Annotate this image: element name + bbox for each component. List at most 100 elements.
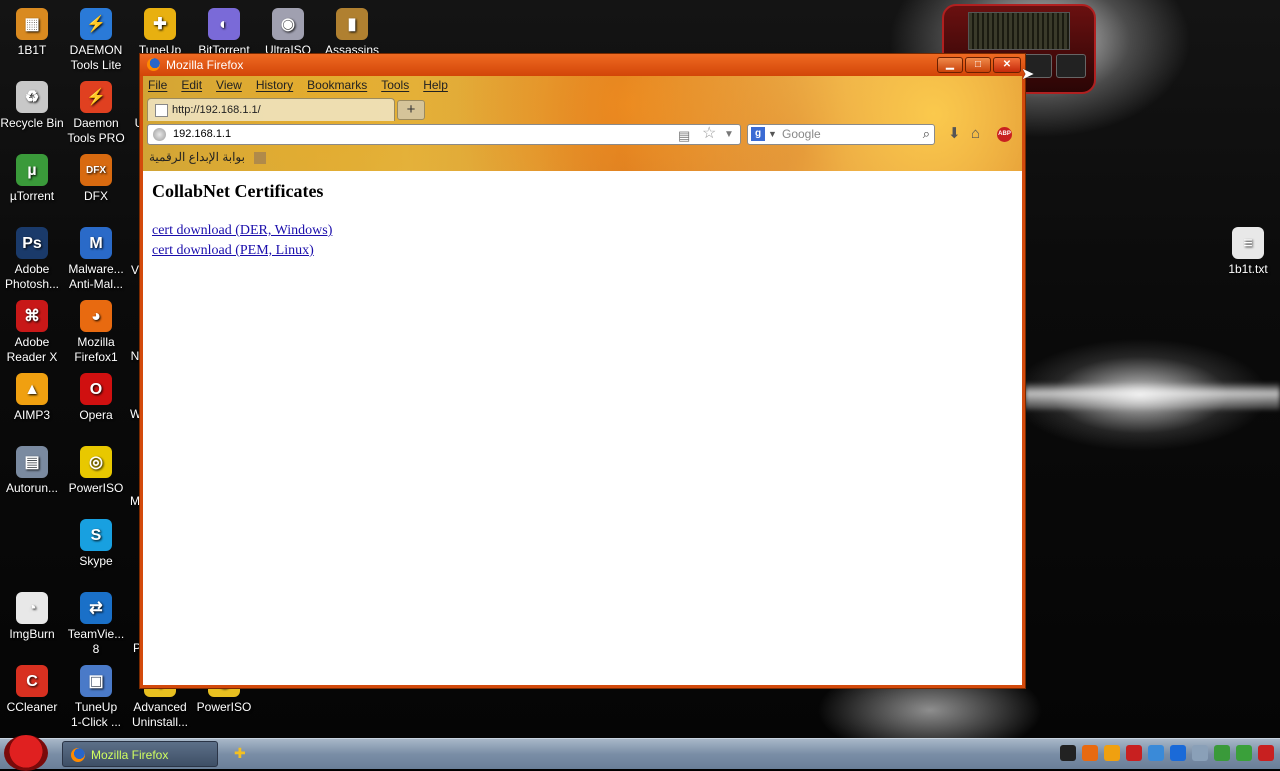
window-titlebar[interactable]: Mozilla Firefox ▁ □ ✕ [140,54,1025,76]
new-tab-button[interactable]: + [397,100,425,120]
desktop-icon[interactable]: ♻ Recycle Bin [0,81,68,131]
adblock-icon[interactable]: ABP [997,127,1012,142]
url-input[interactable]: 192.168.1.1 [173,125,231,144]
desktop-icon-label: 1b1t.txt [1228,262,1268,276]
desktop-icon-label: CCleaner [6,700,58,714]
desktop-icon-label: Recycle Bin [0,116,64,130]
desktop-icon-label: 1B1T [17,43,47,57]
url-bar[interactable]: 192.168.1.1 ▤ ☆ ▼ [147,124,741,145]
desktop-icon-label: DFX [84,189,108,203]
minimize-button[interactable]: ▁ [937,57,963,73]
desktop-icon[interactable]: ≡ 1b1t.txt [1212,227,1280,277]
tray-icon[interactable] [1060,745,1076,761]
tray-icon[interactable] [1170,745,1186,761]
taskbar-item-label: Mozilla Firefox [91,748,169,762]
desktop-icon[interactable]: ▣ TuneUp 1-Click ... [60,665,132,730]
bookmark-item[interactable]: بوابة الإبداع الرقمية [149,150,245,164]
desktop-icon[interactable]: ▲ AIMP3 [0,373,68,423]
desktop-icon[interactable]: Ps Adobe Photosh... [0,227,68,292]
menu-history[interactable]: History [256,78,293,92]
browser-tab[interactable]: http://192.168.1.1/ [147,98,395,121]
tray-icon[interactable] [1214,745,1230,761]
desktop-icon[interactable]: C CCleaner [0,665,68,715]
desktop-icon[interactable]: M Malware... Anti-Mal... [60,227,132,292]
desktop-icon[interactable]: ✚ TuneUp [124,8,196,58]
engine-dropdown-icon[interactable]: ▼ [768,125,777,144]
desktop-icon-label: DAEMON Tools Lite [69,43,123,72]
desktop-icon[interactable]: ▮ Assassins [316,8,388,58]
tray-icon[interactable] [1082,745,1098,761]
menu-file[interactable]: File [148,78,167,92]
tray-icon[interactable] [1126,745,1142,761]
lightning-icon: ⚡ [80,8,112,40]
menu-tools[interactable]: Tools [381,78,409,92]
desktop-icon-label: Mozilla Firefox1 [74,335,118,364]
google-engine-icon[interactable]: g [751,127,765,141]
desktop-icon[interactable]: ▤ Autorun... [0,446,68,496]
close-button[interactable]: ✕ [993,57,1021,73]
bookmarks-toolbar: بوابة الإبداع الرقمية [149,150,267,164]
tuneup-oneclick-icon: ▣ [80,665,112,697]
desktop-icon-label: TuneUp 1-Click ... [70,700,121,729]
search-input[interactable]: Google [782,125,821,144]
poweriso-icon: ◎ [80,446,112,478]
desktop-icon[interactable]: ◎ PowerISO [60,446,132,496]
bookmark-star-icon[interactable]: ☆ [702,124,716,143]
maximize-button[interactable]: □ [965,57,991,73]
home-icon[interactable]: ⌂ [971,124,980,144]
bookmark-folder-icon [254,151,267,164]
search-icon[interactable]: ⌕ [923,124,930,143]
desktop-icon-label: Malware... Anti-Mal... [68,262,124,291]
tab-label: http://192.168.1.1/ [172,104,261,116]
firefox-icon [71,748,85,762]
pinned-app-icon[interactable]: ✚ [234,745,246,762]
menu-help[interactable]: Help [423,78,448,92]
desktop-icon[interactable]: ◕ Mozilla Firefox1 [60,300,132,365]
desktop-icon[interactable]: ⚡ DAEMON Tools Lite [60,8,132,73]
water-reflection [1025,382,1280,410]
start-button[interactable] [4,735,48,771]
desktop-icon-label: Daemon Tools PRO [67,116,125,145]
desktop-icon[interactable]: O Opera [60,373,132,423]
menu-edit[interactable]: Edit [181,78,202,92]
desktop-icon[interactable]: ⇄ TeamVie... 8 [60,592,132,657]
tray-icon[interactable] [1148,745,1164,761]
menu-bookmarks[interactable]: Bookmarks [307,78,367,92]
page-heading: CollabNet Certificates [152,181,324,201]
menu-view[interactable]: View [216,78,242,92]
desktop-icon[interactable]: S Skype [60,519,132,569]
download-icon[interactable]: ⬇ [948,124,961,144]
tray-icon[interactable] [1192,745,1208,761]
media-button[interactable] [1055,54,1086,78]
window-controls: ▁ □ ✕ [937,57,1021,73]
desktop-icon[interactable]: ◐ BitTorrent [188,8,260,58]
menu-bar: File Edit View History Bookmarks Tools H… [148,78,448,92]
firefox-icon: ◕ [80,300,112,332]
desktop-icon[interactable]: ◔ ImgBurn [0,592,68,642]
desktop-icon[interactable]: DFX DFX [60,154,132,204]
firefox-icon [147,58,160,71]
cert-download-der-link[interactable]: cert download (DER, Windows) [152,223,332,239]
url-history-dropdown-icon[interactable]: ▼ [724,125,734,144]
tray-icon[interactable] [1236,745,1252,761]
desktop-icon[interactable]: ⚡ Daemon Tools PRO [60,81,132,146]
system-tray [1060,745,1274,761]
desktop-icon[interactable]: ◉ UltraISO [252,8,324,58]
desktop-icon[interactable]: ▦ 1B1T [0,8,68,58]
media-widget-screen [968,12,1070,50]
desktop-icon[interactable]: ⌘ Adobe Reader X [0,300,68,365]
teamviewer-icon: ⇄ [80,592,112,624]
tray-icon[interactable] [1258,745,1274,761]
taskbar: Mozilla Firefox ✚ [0,735,1280,771]
window-title: Mozilla Firefox [166,58,244,72]
mouse-cursor-icon: ➤ [1021,66,1035,83]
site-identity-icon[interactable] [153,128,166,141]
taskbar-item-firefox[interactable]: Mozilla Firefox [62,741,218,767]
desktop-icon[interactable]: µ µTorrent [0,154,68,204]
cert-download-pem-link[interactable]: cert download (PEM, Linux) [152,243,314,259]
search-bar[interactable]: g ▼ Google ⌕ [747,124,935,145]
tray-icon[interactable] [1104,745,1120,761]
browser-chrome: File Edit View History Bookmarks Tools H… [143,76,1022,171]
feed-icon[interactable]: ▤ [678,126,690,145]
skype-icon: S [80,519,112,551]
